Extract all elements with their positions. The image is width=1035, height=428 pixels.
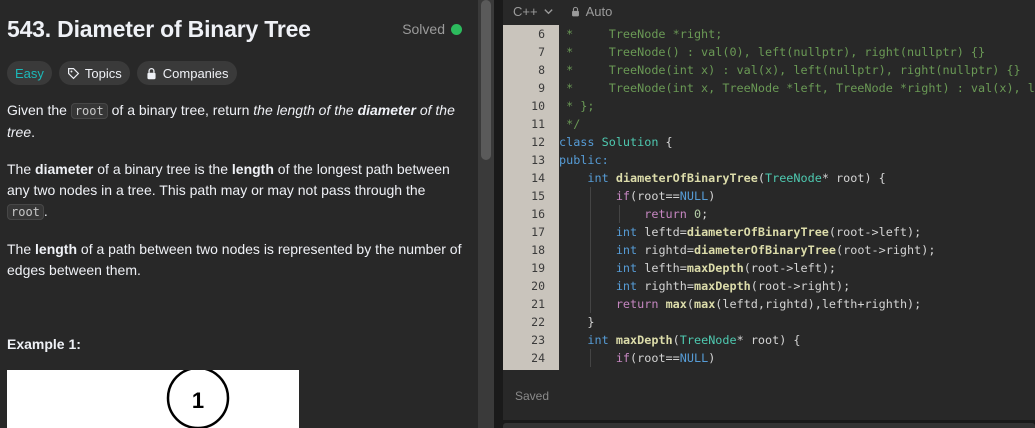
line-number: 21 xyxy=(531,297,545,311)
code-line: return 0; xyxy=(559,205,1035,223)
tag-row: Easy Topics Companies xyxy=(7,61,237,85)
tree-diagram: 1 xyxy=(166,366,230,428)
code-line: int diameterOfBinaryTree(TreeNode* root)… xyxy=(587,171,886,185)
problem-description: Given the root of a binary tree, return … xyxy=(7,100,462,297)
code-line: * }; xyxy=(559,99,595,113)
lock-icon xyxy=(147,67,156,79)
panel-divider[interactable] xyxy=(494,0,503,428)
example-heading: Example 1: xyxy=(7,336,81,352)
bottom-panel-divider[interactable] xyxy=(503,420,1035,428)
example-tree-image: 1 xyxy=(7,366,299,428)
description-panel: 543. Diameter of Binary Tree Solved Easy… xyxy=(0,0,478,428)
companies-button[interactable]: Companies xyxy=(136,61,237,85)
code-line: * TreeNode(int x, TreeNode *left, TreeNo… xyxy=(566,81,1035,95)
code-area[interactable]: * TreeNode *right; * TreeNode() : val(0)… xyxy=(559,25,1035,370)
companies-label: Companies xyxy=(162,65,229,81)
line-number: 15 xyxy=(531,189,545,203)
auto-mode-toggle[interactable]: Auto xyxy=(570,3,613,19)
line-number: 8 xyxy=(538,63,545,77)
line-number: 14 xyxy=(531,171,545,185)
tag-icon xyxy=(67,67,80,79)
difficulty-badge[interactable]: Easy xyxy=(7,61,52,85)
line-number: 6 xyxy=(538,27,545,41)
code-line: * TreeNode *right; xyxy=(559,27,723,41)
line-number: 17 xyxy=(531,225,545,239)
line-number-gutter: 6 7 8 9 10 11 12 13 14 15 16 17 18 19 20… xyxy=(503,25,559,370)
inline-code-root: root xyxy=(70,103,108,119)
code-line: int lefth=maxDepth(root->left); xyxy=(559,259,1035,277)
editor-toolbar: C++ Auto xyxy=(503,0,1035,22)
line-number: 19 xyxy=(531,261,545,275)
code-editor-panel: C++ Auto 6 7 8 9 10 11 12 13 14 15 16 17… xyxy=(503,0,1035,428)
description-scrollbar[interactable] xyxy=(478,0,494,428)
language-selector[interactable]: C++ xyxy=(513,4,554,19)
topics-label: Topics xyxy=(84,65,122,81)
description-paragraph-1: Given the root of a binary tree, return … xyxy=(7,102,455,140)
line-number: 9 xyxy=(538,81,545,95)
lock-icon xyxy=(571,6,579,16)
line-number: 11 xyxy=(531,117,545,131)
line-number: 10 xyxy=(531,99,545,113)
code-line: if(root==NULL) xyxy=(559,349,1035,367)
code-line: int rightd=diameterOfBinaryTree(root->ri… xyxy=(559,241,1035,259)
code-line: int righth=maxDepth(root->right); xyxy=(559,277,1035,295)
code-line: public: xyxy=(559,153,609,167)
code-line: } xyxy=(587,315,595,329)
line-number: 7 xyxy=(538,45,545,59)
topics-button[interactable]: Topics xyxy=(58,61,130,85)
difficulty-label: Easy xyxy=(15,65,44,81)
save-status: Saved xyxy=(515,389,550,403)
line-number: 23 xyxy=(531,333,545,347)
inline-code-root: root xyxy=(7,204,44,220)
solved-check-icon xyxy=(451,23,462,35)
solved-status: Solved xyxy=(402,21,462,37)
auto-mode-label: Auto xyxy=(585,3,613,19)
testcase-panel-header[interactable] xyxy=(503,423,1035,428)
code-line: int leftd=diameterOfBinaryTree(root->lef… xyxy=(559,223,1035,241)
code-line: int maxDepth(TreeNode* root) { xyxy=(587,333,801,347)
code-line: * TreeNode(int x) : val(x), left(nullptr… xyxy=(559,63,1021,77)
language-label: C++ xyxy=(513,3,538,19)
chevron-down-icon xyxy=(543,8,553,14)
line-number: 18 xyxy=(531,243,545,257)
description-paragraph-2: The diameter of a binary tree is the len… xyxy=(7,161,450,220)
code-line: return max(max(leftd,rightd),lefth+right… xyxy=(559,295,1035,313)
scrollbar-thumb[interactable] xyxy=(481,0,491,160)
problem-title: 543. Diameter of Binary Tree xyxy=(7,16,311,42)
code-line: * TreeNode() : val(0), left(nullptr), ri… xyxy=(559,45,986,59)
line-number: 13 xyxy=(531,153,545,167)
code-line: class Solution { xyxy=(559,135,673,149)
line-number: 12 xyxy=(531,135,545,149)
code-line: */ xyxy=(559,117,581,131)
description-paragraph-3: The length of a path between two nodes i… xyxy=(7,241,462,278)
line-number: 24 xyxy=(531,351,545,365)
line-number: 22 xyxy=(531,315,545,329)
solved-label: Solved xyxy=(402,21,445,37)
line-number: 20 xyxy=(531,279,545,293)
tree-node-label: 1 xyxy=(192,388,204,413)
line-number: 16 xyxy=(531,207,545,221)
code-line: if(root==NULL) xyxy=(559,187,1035,205)
